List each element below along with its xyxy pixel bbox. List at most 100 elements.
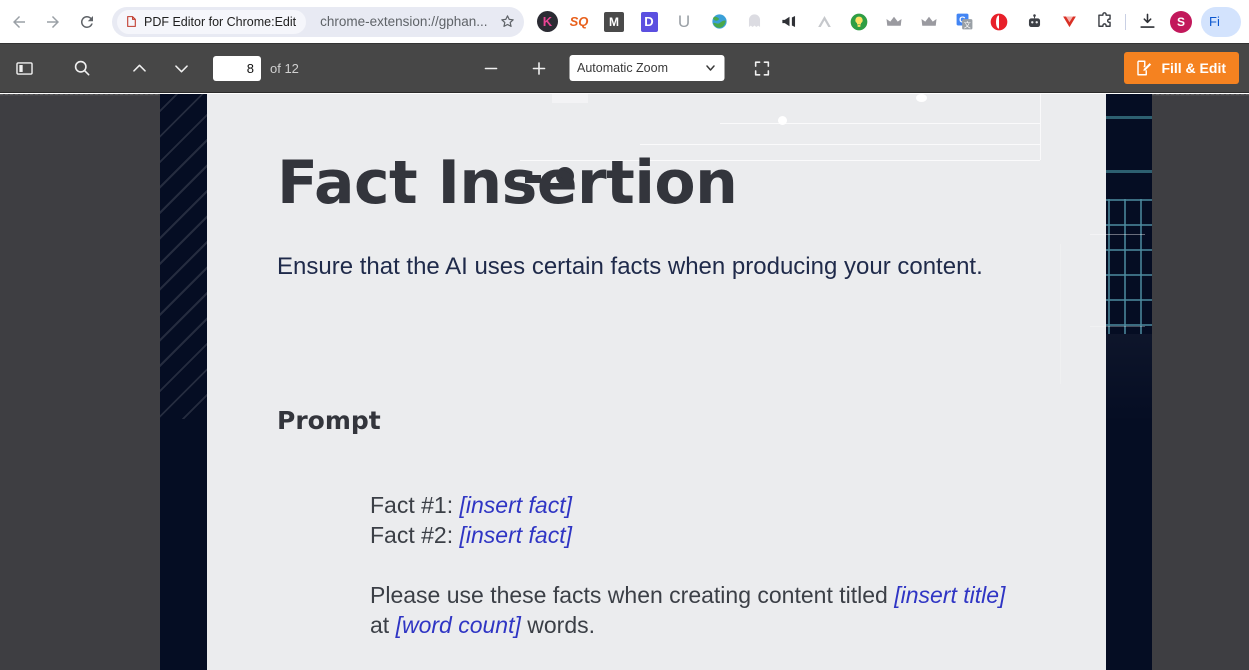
instruction-title-placeholder: [insert title] xyxy=(894,582,1006,608)
back-arrow-icon xyxy=(13,15,25,28)
back-button[interactable] xyxy=(2,5,36,39)
puzzle-icon xyxy=(1097,12,1111,27)
decorative-line-5 xyxy=(1090,326,1145,327)
downloads-button[interactable] xyxy=(1133,8,1161,36)
pdf-editor-favicon xyxy=(127,16,136,27)
page-right-decorative-band xyxy=(1106,94,1152,670)
page-left-decorative-band xyxy=(160,94,207,670)
arc-icon xyxy=(817,15,831,28)
svg-text:文: 文 xyxy=(963,20,970,29)
pdf-viewer-area[interactable]: Fact Insertion Ensure that the AI uses c… xyxy=(0,94,1249,670)
crown-extension-icon-2[interactable] xyxy=(915,8,943,36)
megaphone-extension-icon[interactable] xyxy=(775,8,803,36)
fact-line-2: Fact #2: [insert fact] xyxy=(370,520,1010,550)
zoom-out-button[interactable] xyxy=(475,52,507,84)
fill-and-edit-label: Fill & Edit xyxy=(1161,60,1226,76)
fact-2-placeholder: [insert fact] xyxy=(459,522,572,548)
forward-arrow-icon xyxy=(47,15,59,28)
globe-extension-icon[interactable] xyxy=(705,8,733,36)
plus-icon xyxy=(532,61,546,75)
forward-button[interactable] xyxy=(36,5,70,39)
zoom-level-value: Automatic Zoom xyxy=(577,61,669,75)
chevron-up-icon xyxy=(132,64,146,72)
kartra-extension-icon[interactable]: K xyxy=(537,11,558,32)
v-extension-icon[interactable] xyxy=(1055,8,1083,36)
lightbulb-extension-icon[interactable] xyxy=(845,8,873,36)
google-translate-icon: G 文 xyxy=(956,13,972,29)
fact-1-label: Fact #1: xyxy=(370,492,460,518)
pdf-toolbar-center: Automatic Zoom xyxy=(471,52,778,84)
profile-pill-label: Fi xyxy=(1209,14,1220,29)
decorative-line-2 xyxy=(640,144,1040,145)
sidebar-toggle-icon xyxy=(15,61,33,75)
arc-extension-icon[interactable] xyxy=(810,8,838,36)
avatar[interactable]: S xyxy=(1167,8,1195,36)
mailtrack-extension-icon[interactable]: M xyxy=(600,8,628,36)
site-chip-label: PDF Editor for Chrome:Edit xyxy=(144,14,297,29)
decorative-line-1 xyxy=(720,123,1040,124)
globe-icon xyxy=(711,14,727,29)
pdf-viewer-toolbar: 8 of 12 Automatic Zoom Fill & Edit xyxy=(0,43,1249,93)
find-button[interactable] xyxy=(66,52,98,84)
pdf-toolbar-left: 8 of 12 xyxy=(0,52,299,84)
diagonal-hatch-pattern xyxy=(160,94,207,419)
robot-extension-icon[interactable] xyxy=(1020,8,1048,36)
crown-icon xyxy=(886,16,902,26)
extensions-puzzle-icon[interactable] xyxy=(1090,8,1118,36)
presentation-mode-button[interactable] xyxy=(746,52,778,84)
lightbulb-icon xyxy=(850,13,868,30)
fact-2-label: Fact #2: xyxy=(370,522,460,548)
profile-pill[interactable]: Fi xyxy=(1201,6,1241,37)
extensions-strip: K SQ M D U 文 S Fi xyxy=(534,6,1249,37)
sidebar-toggle-button[interactable] xyxy=(8,52,40,84)
decorative-line-4 xyxy=(1090,234,1145,235)
opera-extension-icon[interactable] xyxy=(985,8,1013,36)
instruction-part-1: Please use these facts when creating con… xyxy=(370,582,895,608)
next-page-button[interactable] xyxy=(165,52,197,84)
band-glow xyxy=(1106,334,1152,424)
site-chip[interactable]: PDF Editor for Chrome:Edit xyxy=(117,9,307,34)
avatar-initial: S xyxy=(1170,10,1192,33)
page-number-input[interactable]: 8 xyxy=(213,55,261,81)
toolbar-divider xyxy=(1125,13,1126,30)
decorative-dot-white xyxy=(778,116,787,125)
teal-rule-1 xyxy=(1106,116,1152,119)
google-translate-extension-icon[interactable]: G 文 xyxy=(950,8,978,36)
search-icon xyxy=(74,60,90,76)
url-text: chrome-extension://gphan... xyxy=(320,14,488,29)
previous-page-button[interactable] xyxy=(123,52,155,84)
reload-button[interactable] xyxy=(70,5,104,39)
page-count-label: of 12 xyxy=(270,60,299,76)
crown-icon xyxy=(921,16,937,26)
bookmark-button[interactable] xyxy=(494,9,520,35)
pdf-page: Fact Insertion Ensure that the AI uses c… xyxy=(160,94,1152,670)
zoom-in-button[interactable] xyxy=(523,52,555,84)
surfer-seo-extension-icon[interactable]: SQ xyxy=(565,8,593,36)
grammarly-underline-extension-icon[interactable]: U xyxy=(670,8,698,36)
instruction-part-2: at xyxy=(370,612,396,638)
pdf-toolbar-right: Fill & Edit xyxy=(1124,52,1249,84)
instruction-part-3: words. xyxy=(520,612,596,638)
star-icon xyxy=(500,15,514,27)
crown-extension-icon-1[interactable] xyxy=(880,8,908,36)
fill-and-edit-button[interactable]: Fill & Edit xyxy=(1124,52,1239,84)
download-icon xyxy=(1139,13,1155,28)
minus-icon xyxy=(484,67,498,69)
ghost-extension-icon[interactable] xyxy=(740,8,768,36)
chevron-down-icon xyxy=(705,65,715,71)
section-heading-prompt: Prompt xyxy=(277,406,381,435)
zoom-level-select[interactable]: Automatic Zoom xyxy=(569,55,724,81)
megaphone-icon xyxy=(781,15,795,28)
docusign-extension-icon[interactable]: D xyxy=(635,8,663,36)
browser-toolbar: PDF Editor for Chrome:Edit chrome-extens… xyxy=(0,0,1249,43)
teal-rule-2 xyxy=(1106,170,1152,173)
instruction-wordcount-placeholder: [word count] xyxy=(395,612,521,638)
page-subtitle: Ensure that the AI uses certain facts wh… xyxy=(277,253,983,280)
fact-1-placeholder: [insert fact] xyxy=(459,492,572,518)
instruction-line: Please use these facts when creating con… xyxy=(370,580,1010,640)
teal-grid-pattern xyxy=(1106,199,1152,334)
address-bar[interactable]: PDF Editor for Chrome:Edit chrome-extens… xyxy=(112,6,524,37)
edit-document-icon xyxy=(1137,60,1152,76)
decorative-dot-white-2 xyxy=(916,94,927,102)
chevron-down-icon xyxy=(174,64,188,72)
